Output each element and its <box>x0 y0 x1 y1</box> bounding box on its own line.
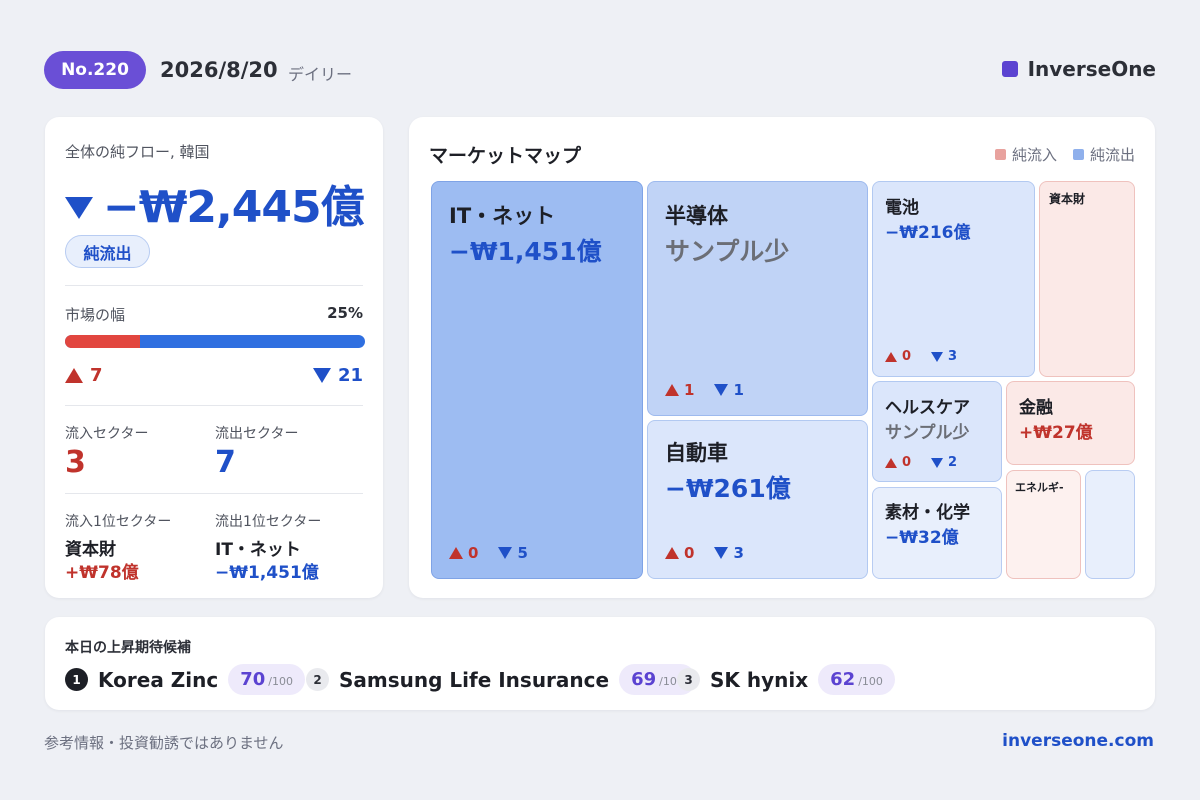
tile-battery[interactable]: 電池 −₩216億 0 3 <box>872 181 1035 377</box>
report-period: デイリー <box>288 65 353 84</box>
down-arrow-icon <box>498 547 513 559</box>
down-arrow-icon <box>931 457 944 468</box>
candidate-score: 62 /100 <box>818 664 895 695</box>
tile-energy[interactable]: エネルギ‐ <box>1006 470 1081 579</box>
up-arrow-icon <box>665 384 679 396</box>
decliners-count: 21 <box>312 365 363 386</box>
site-link[interactable]: inverseone.com <box>1002 731 1154 751</box>
net-flow-label: 全体の純フロー, 韓国 <box>65 143 210 161</box>
top-outflow-value: −₩1,451億 <box>215 563 319 583</box>
down-arrow-icon <box>312 368 331 383</box>
summary-card: 全体の純フロー, 韓国 −₩2,445億 純流出 市場の幅 25% 7 21 流… <box>45 117 383 598</box>
up-arrow-icon <box>65 368 83 383</box>
outflow-sectors-label: 流出セクター <box>215 426 299 442</box>
market-map-title: マーケットマップ <box>429 145 582 167</box>
breadth-bar <box>65 335 365 348</box>
candidate-item[interactable]: 3 SK hynix 62 /100 <box>677 664 895 695</box>
brand: InverseOne <box>1001 57 1156 81</box>
inflow-sectors-count: 3 <box>65 445 86 480</box>
tile-capital-goods[interactable]: 資本財 <box>1039 181 1135 377</box>
rank-badge: 1 <box>65 668 88 691</box>
direction-badge: 純流出 <box>65 235 150 268</box>
candidates-card: 本日の上昇期待候補 1 Korea Zinc 70 /100 2 Samsung… <box>45 617 1155 710</box>
tile-finance[interactable]: 金融 +₩27億 <box>1006 381 1135 465</box>
brand-logo-icon <box>1001 61 1018 77</box>
up-arrow-icon <box>665 547 679 559</box>
outflow-sectors-count: 7 <box>215 445 236 480</box>
legend-outflow-swatch <box>1072 149 1084 160</box>
header: No.220 2026/8/20 デイリー InverseOne <box>44 50 1156 90</box>
candidate-item[interactable]: 1 Korea Zinc 70 /100 <box>65 664 305 695</box>
tile-automobile[interactable]: 自動車 −₩261億 0 3 <box>647 420 868 579</box>
net-flow-value: −₩2,445億 <box>65 171 365 235</box>
breadth-label: 市場の幅 <box>65 306 126 324</box>
candidate-name: Samsung Life Insurance <box>339 667 610 692</box>
tile-healthcare[interactable]: ヘルスケア サンプル少 0 2 <box>872 381 1002 482</box>
up-arrow-icon <box>885 351 897 362</box>
legend-inflow-swatch <box>994 149 1006 160</box>
candidate-score: 70 /100 <box>228 664 305 695</box>
top-outflow-label: 流出1位セクター <box>215 514 322 530</box>
candidate-name: SK hynix <box>710 667 809 692</box>
issue-badge: No.220 <box>44 51 146 89</box>
tile-materials-chemicals[interactable]: 素材・化学 −₩32億 <box>872 487 1002 579</box>
top-inflow-sector: 資本財 <box>65 540 116 560</box>
down-arrow-icon <box>714 384 729 396</box>
report-date: 2026/8/20 <box>160 58 278 82</box>
down-arrow-icon <box>714 547 729 559</box>
tile-semiconductor[interactable]: 半導体 サンプル少 1 1 <box>647 181 868 416</box>
candidate-name: Korea Zinc <box>98 667 219 692</box>
disclaimer: 参考情報・投資勧誘ではありません <box>44 734 284 752</box>
market-map-legend: 純流入 純流出 <box>994 144 1135 165</box>
legend-inflow: 純流入 <box>994 144 1057 165</box>
market-map-card: マーケットマップ 純流入 純流出 IT・ネット −₩1,451億 0 5 半導体… <box>409 117 1155 598</box>
legend-outflow: 純流出 <box>1072 144 1135 165</box>
candidates-title: 本日の上昇期待候補 <box>65 640 191 656</box>
net-flow-amount: −₩2,445億 <box>103 182 365 233</box>
down-arrow-icon <box>65 197 93 219</box>
advancers-count: 7 <box>65 365 103 386</box>
tile-it-net[interactable]: IT・ネット −₩1,451億 0 5 <box>431 181 643 579</box>
divider <box>65 285 363 286</box>
top-inflow-value: +₩78億 <box>65 563 139 583</box>
divider <box>65 493 363 494</box>
tile-unlabeled[interactable] <box>1085 470 1135 579</box>
rank-badge: 2 <box>306 668 329 691</box>
divider <box>65 405 363 406</box>
brand-name: InverseOne <box>1027 57 1156 81</box>
down-arrow-icon <box>931 351 944 362</box>
inflow-sectors-label: 流入セクター <box>65 426 149 442</box>
candidate-item[interactable]: 2 Samsung Life Insurance 69 /100 <box>306 664 696 695</box>
breadth-percent: 25% <box>327 304 363 322</box>
top-inflow-label: 流入1位セクター <box>65 514 172 530</box>
up-arrow-icon <box>885 457 897 468</box>
top-outflow-sector: IT・ネット <box>215 540 301 560</box>
up-arrow-icon <box>449 547 463 559</box>
breadth-bar-inflow <box>65 335 140 348</box>
rank-badge: 3 <box>677 668 700 691</box>
